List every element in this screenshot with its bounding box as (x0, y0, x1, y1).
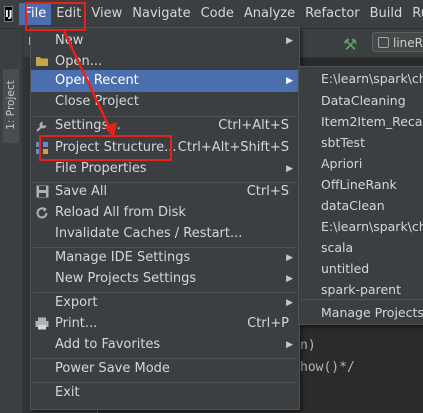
annotation-arrow-icon (62, 30, 117, 138)
